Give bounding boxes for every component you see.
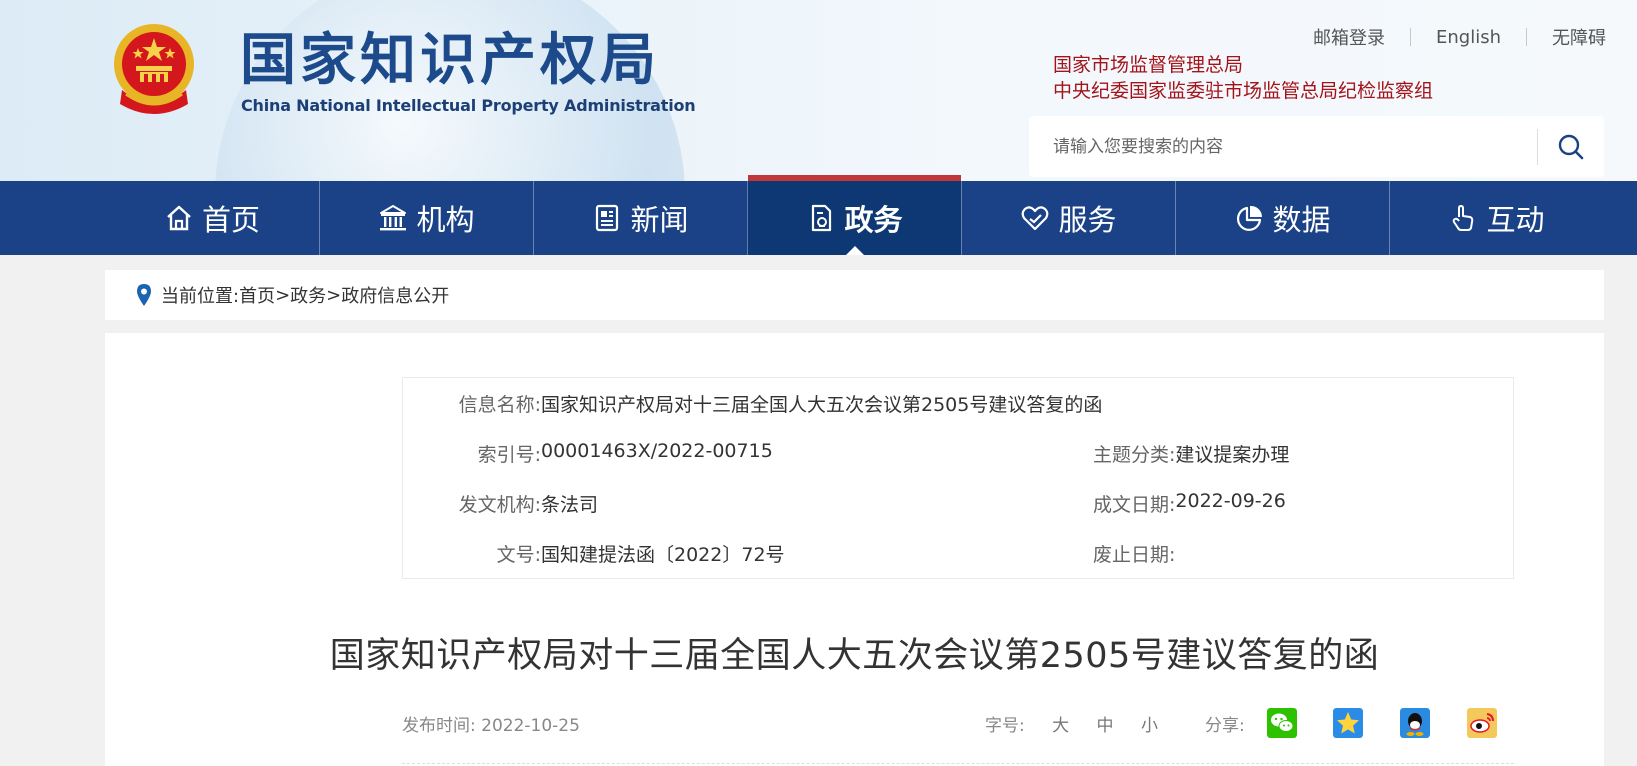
national-emblem-logo[interactable]	[108, 20, 200, 120]
news-icon	[596, 204, 619, 232]
nav-label: 服务	[1058, 203, 1117, 237]
search-box	[1029, 116, 1604, 177]
publish-info: 发布时间: 2022-10-25	[402, 711, 580, 736]
info-name-label: 信息名称:	[458, 394, 541, 416]
info-issuer-row: 发文机构: 条法司	[403, 490, 598, 517]
nav-item-data[interactable]: 数据	[1175, 181, 1389, 255]
qzone-icon[interactable]	[1333, 708, 1363, 738]
accessibility-link[interactable]: 无障碍	[1552, 24, 1606, 50]
info-topic-row: 主题分类: 建议提案办理	[1093, 440, 1289, 467]
search-button[interactable]	[1538, 116, 1604, 177]
service-icon	[1022, 206, 1049, 231]
info-docno-label: 文号:	[496, 544, 541, 566]
info-issuer-label: 发文机构:	[458, 494, 541, 516]
nav-label: 数据	[1272, 203, 1331, 237]
main-nav: 首页 机构 新闻 政务 服务 数据 互动	[0, 175, 1637, 255]
agency-links: 国家市场监督管理总局 中央纪委国家监委驻市场监管总局纪检监察组	[1053, 52, 1433, 104]
font-size-large-button[interactable]: 大	[1052, 716, 1069, 736]
wechat-icon[interactable]	[1267, 708, 1297, 738]
info-date-row: 成文日期: 2022-09-26	[1093, 490, 1286, 517]
breadcrumb: 当前位置: 首页 > 政务 > 政府信息公开	[105, 270, 1604, 320]
breadcrumb-government-affairs[interactable]: 政务	[290, 282, 326, 308]
info-topic-value: 建议提案办理	[1175, 444, 1290, 466]
qq-icon[interactable]	[1400, 708, 1430, 738]
info-index-label: 索引号:	[477, 444, 541, 466]
mail-login-link[interactable]: 邮箱登录	[1313, 24, 1385, 50]
institution-icon	[380, 205, 407, 231]
main-content: 信息名称: 国家知识产权局对十三届全国人大五次会议第2505号建议答复的函 索引…	[105, 333, 1604, 766]
nav-item-institution[interactable]: 机构	[319, 181, 533, 255]
divider	[1526, 28, 1527, 46]
nav-item-news[interactable]: 新闻	[533, 181, 747, 255]
share-label: 分享:	[1205, 716, 1245, 736]
publish-date: 2022-10-25	[481, 716, 580, 736]
font-size-label: 字号:	[985, 716, 1025, 736]
info-index-value: 00001463X/2022-00715	[541, 440, 773, 462]
nav-item-home[interactable]: 首页	[105, 181, 319, 255]
home-icon	[167, 205, 191, 231]
font-size-small-button[interactable]: 小	[1141, 716, 1158, 736]
info-name-row: 信息名称: 国家知识产权局对十三届全国人大五次会议第2505号建议答复的函	[403, 390, 1103, 417]
samr-link[interactable]: 国家市场监督管理总局	[1053, 52, 1433, 78]
discipline-inspection-link[interactable]: 中央纪委国家监委驻市场监管总局纪检监察组	[1053, 78, 1433, 104]
breadcrumb-prefix: 当前位置:	[161, 286, 240, 307]
info-abolish-label: 废止日期:	[1093, 544, 1176, 566]
site-logo-chinese[interactable]: 国家知识产权局	[240, 26, 660, 96]
breadcrumb-home[interactable]: 首页	[239, 282, 275, 308]
info-docno-value: 国知建提法函〔2022〕72号	[541, 544, 785, 566]
document-info-table: 信息名称: 国家知识产权局对十三届全国人大五次会议第2505号建议答复的函 索引…	[402, 377, 1514, 579]
font-size-medium-button[interactable]: 中	[1097, 716, 1114, 736]
site-logo-english[interactable]: China National Intellectual Property Adm…	[241, 96, 696, 115]
nav-label: 新闻	[630, 203, 689, 237]
info-date-label: 成文日期:	[1093, 494, 1176, 516]
nav-item-government-affairs[interactable]: 政务	[747, 175, 961, 255]
share-label-wrap: 分享:	[1205, 711, 1245, 736]
font-size-controls: 字号: 大 中 小	[985, 711, 1158, 736]
nav-label: 互动	[1486, 203, 1545, 237]
breadcrumb-separator: >	[275, 284, 291, 306]
top-utility-links: 邮箱登录 English 无障碍	[1313, 24, 1606, 50]
info-date-value: 2022-09-26	[1175, 490, 1286, 512]
nav-item-interaction[interactable]: 互动	[1389, 181, 1603, 255]
nav-label: 政务	[844, 203, 903, 237]
government-affairs-icon	[812, 204, 832, 232]
weibo-icon[interactable]	[1467, 708, 1497, 738]
article-title: 国家知识产权局对十三届全国人大五次会议第2505号建议答复的函	[329, 636, 1380, 676]
nav-item-service[interactable]: 服务	[961, 181, 1175, 255]
info-index-row: 索引号: 00001463X/2022-00715	[403, 440, 773, 467]
publish-label: 发布时间:	[402, 716, 476, 736]
location-pin-icon	[137, 284, 151, 306]
interaction-hand-icon	[1453, 205, 1474, 231]
search-icon	[1558, 134, 1584, 159]
info-issuer-value: 条法司	[541, 494, 599, 516]
breadcrumb-gov-info-disclosure[interactable]: 政府信息公开	[341, 282, 449, 308]
breadcrumb-separator: >	[326, 284, 342, 306]
site-header: 国家知识产权局 China National Intellectual Prop…	[0, 0, 1637, 181]
info-docno-row: 文号: 国知建提法函〔2022〕72号	[403, 540, 785, 567]
data-pie-icon	[1237, 205, 1263, 231]
divider	[402, 763, 1514, 764]
info-name-value: 国家知识产权局对十三届全国人大五次会议第2505号建议答复的函	[541, 394, 1103, 416]
nav-label: 机构	[416, 203, 475, 237]
nav-label: 首页	[201, 203, 260, 237]
search-input[interactable]	[1029, 116, 1537, 177]
info-topic-label: 主题分类:	[1093, 444, 1176, 466]
divider	[1410, 28, 1411, 46]
english-link[interactable]: English	[1436, 27, 1501, 48]
info-abolish-row: 废止日期:	[1093, 540, 1175, 567]
